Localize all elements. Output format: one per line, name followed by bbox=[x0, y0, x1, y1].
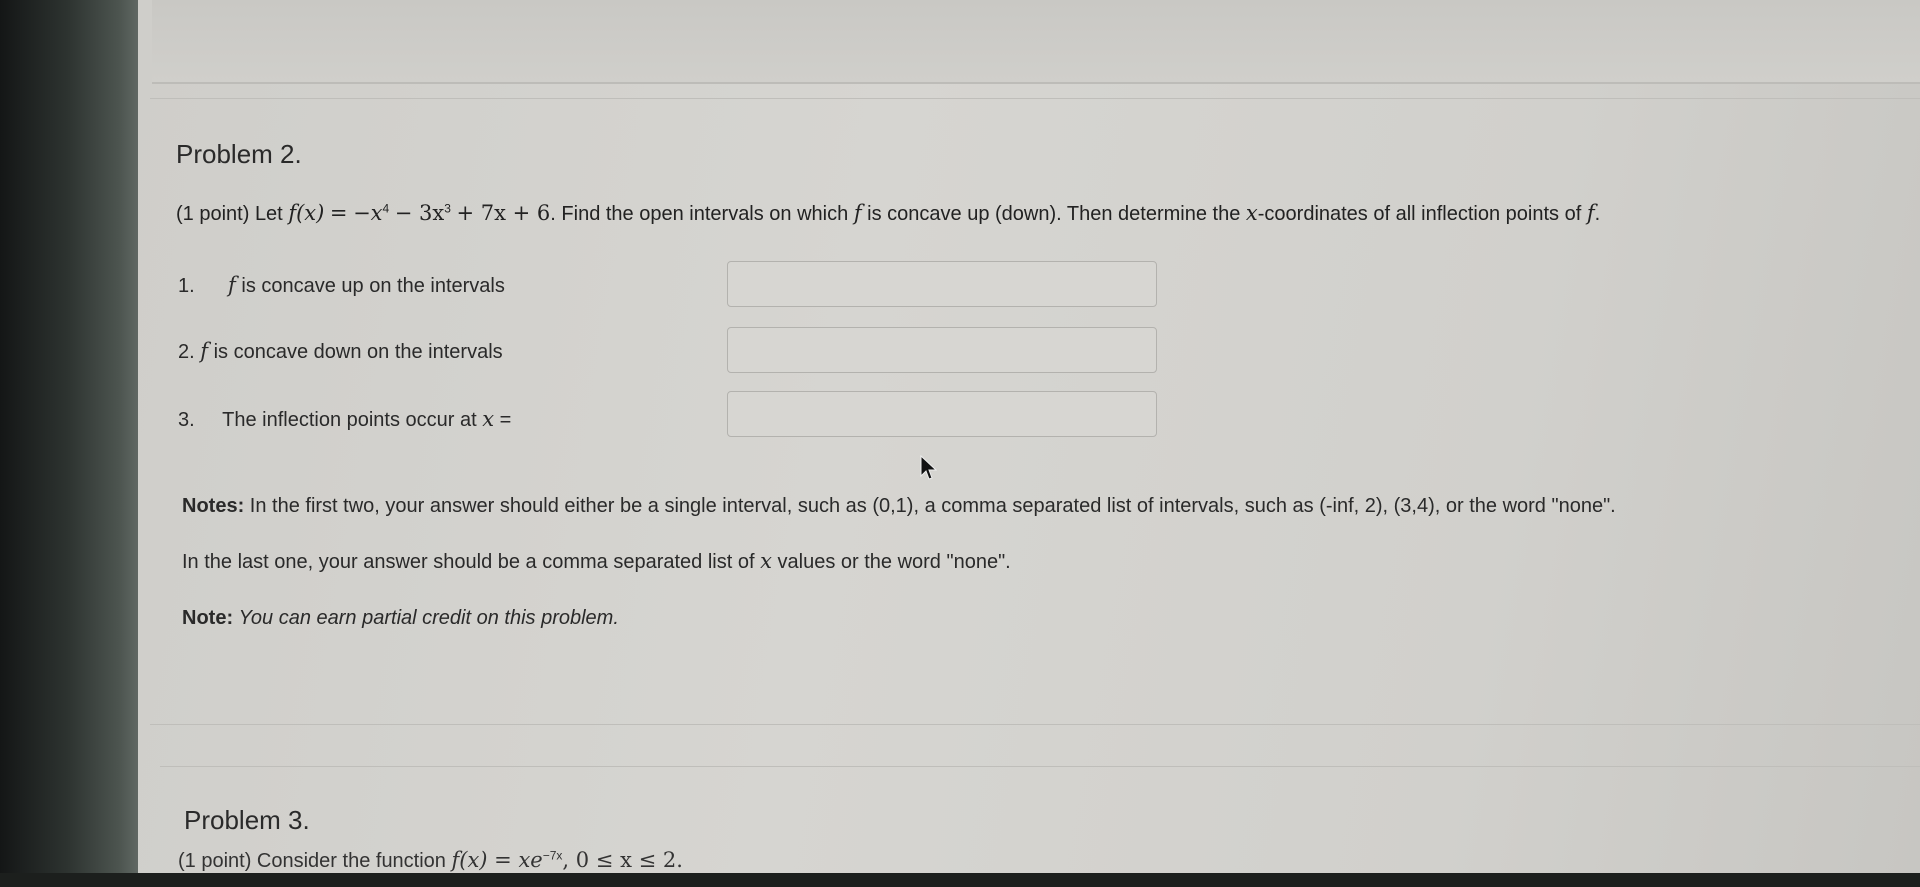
term-3: + 7x + 6 bbox=[456, 201, 551, 225]
exponent-4: 4 bbox=[382, 201, 390, 216]
problem-3-domain: , 0 ≤ x ≤ 2. bbox=[562, 848, 683, 872]
problem-3-statement: (1 point) Consider the function f(x) = x… bbox=[178, 848, 683, 873]
f-variable: f bbox=[853, 201, 862, 225]
period: . bbox=[1594, 203, 1601, 225]
term-2: − 3x bbox=[394, 201, 445, 225]
x-variable: x bbox=[1245, 201, 1258, 225]
mouse-cursor-icon bbox=[920, 455, 937, 480]
part-2-number: 2. bbox=[178, 341, 195, 363]
instruction-c: -coordinates of all inflection points of bbox=[1257, 203, 1582, 225]
problem-3-title: Problem 3. bbox=[184, 805, 310, 835]
part-1-label: 1. f is concave up on the intervals bbox=[178, 273, 505, 298]
exponent-3: 3 bbox=[444, 201, 451, 216]
points-label: (1 point) bbox=[176, 203, 250, 225]
part-3-eq: = bbox=[499, 409, 512, 431]
part-3-var: x bbox=[482, 407, 495, 431]
instruction-b: is concave up (down). Then determine the bbox=[867, 203, 1241, 225]
function-lhs: f(x) bbox=[288, 201, 325, 225]
part-2-var: f bbox=[200, 339, 209, 363]
term-1: −x bbox=[353, 201, 383, 225]
let-text: Let bbox=[254, 203, 283, 225]
last-note-a: In the last one, your answer should be a… bbox=[182, 551, 755, 573]
notes-paragraph: Notes: In the first two, your answer sho… bbox=[182, 495, 1616, 518]
monitor-bezel bbox=[0, 0, 150, 873]
problem-title: Problem 2. bbox=[176, 139, 302, 169]
problem-3-function: f(x) = xe bbox=[451, 848, 543, 872]
previous-section-panel bbox=[152, 0, 1920, 84]
note-text: You can earn partial credit on this prob… bbox=[238, 607, 619, 629]
part-1-var: f bbox=[228, 273, 236, 297]
notes-text: In the first two, your answer should eit… bbox=[249, 495, 1616, 517]
f-variable-end: f bbox=[1586, 201, 1595, 225]
instruction-a: . Find the open intervals on which bbox=[550, 203, 849, 225]
part-1-number: 1. bbox=[178, 275, 195, 297]
last-note-x: x bbox=[760, 549, 772, 573]
browser-content: Problem 2. (1 point) Let f(x) = −x4 − 3x… bbox=[138, 0, 1920, 873]
notes-label: Notes: bbox=[182, 495, 245, 517]
concave-down-input[interactable] bbox=[727, 327, 1157, 373]
part-2-label: 2. f is concave down on the intervals bbox=[178, 339, 503, 364]
problem-2-panel: Problem 2. (1 point) Let f(x) = −x4 − 3x… bbox=[150, 98, 1920, 725]
problem-statement: (1 point) Let f(x) = −x4 − 3x3 + 7x + 6.… bbox=[176, 201, 1600, 226]
last-note-paragraph: In the last one, your answer should be a… bbox=[182, 549, 1011, 574]
part-2-text: is concave down on the intervals bbox=[213, 341, 503, 363]
part-3-number: 3. bbox=[178, 409, 195, 431]
part-3-text: The inflection points occur at bbox=[222, 409, 477, 431]
part-1-text: is concave up on the intervals bbox=[241, 275, 505, 297]
equals-sign: = bbox=[329, 201, 348, 225]
partial-credit-note: Note: You can earn partial credit on thi… bbox=[182, 607, 619, 630]
problem-3-exponent: −7x bbox=[542, 848, 563, 863]
part-3-label: 3. The inflection points occur at x = bbox=[178, 407, 511, 432]
last-note-b: values or the word "none". bbox=[777, 551, 1011, 573]
problem-3-partial-a: (1 point) Consider the function bbox=[178, 850, 446, 872]
concave-up-input[interactable] bbox=[727, 261, 1157, 307]
inflection-points-input[interactable] bbox=[727, 391, 1157, 437]
note-label: Note: bbox=[182, 607, 234, 629]
